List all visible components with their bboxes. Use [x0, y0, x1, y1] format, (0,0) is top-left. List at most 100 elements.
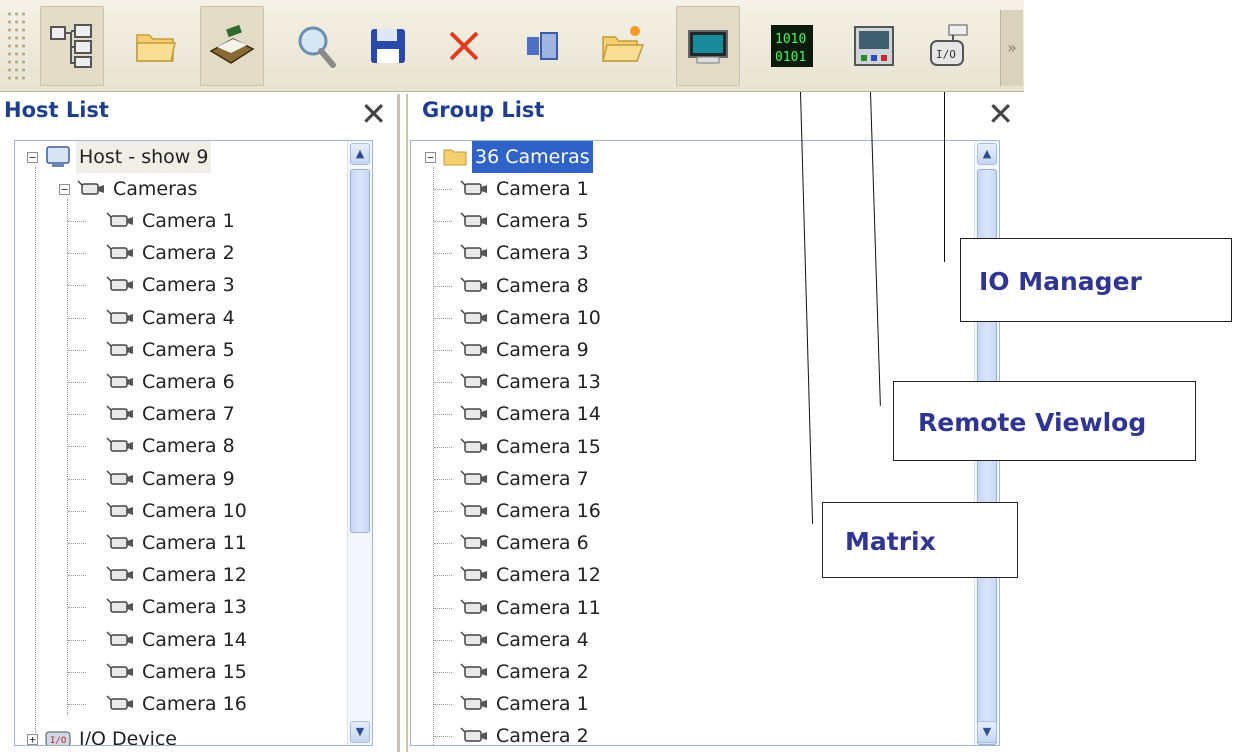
- tree-node-camera[interactable]: Camera 6: [459, 527, 592, 559]
- tree-node-camera[interactable]: Camera 2: [459, 720, 592, 745]
- tree-node-camera[interactable]: Camera 3: [459, 237, 592, 269]
- camera-icon: [460, 180, 487, 195]
- monitor-button[interactable]: [676, 6, 740, 86]
- tree-node-camera[interactable]: Camera 2: [459, 656, 592, 688]
- tree-node-camera[interactable]: Camera 4: [459, 624, 592, 656]
- tree-node-camera[interactable]: Camera 8: [105, 430, 238, 462]
- host-list-scrollbar[interactable]: ▲ ▼: [347, 141, 372, 745]
- tree-node-camera[interactable]: Camera 3: [105, 269, 238, 301]
- tree-node-group[interactable]: − 36 Cameras: [425, 141, 593, 173]
- tree-node-camera[interactable]: Camera 15: [105, 656, 250, 688]
- toolbar: 1010 0101 I/O »: [0, 0, 1024, 92]
- camera-label: Camera 7: [142, 403, 235, 426]
- tree-node-host[interactable]: − Host - show 9: [27, 141, 212, 173]
- camera-label: Camera 4: [496, 628, 589, 651]
- tree-node-camera[interactable]: Camera 16: [459, 495, 604, 527]
- host-list-close-button[interactable]: ✕: [360, 94, 387, 134]
- camera-icon: [106, 470, 133, 485]
- tree-node-camera[interactable]: Camera 11: [459, 592, 604, 624]
- delete-button[interactable]: [432, 6, 496, 86]
- camera-icon: [106, 276, 133, 292]
- scroll-up-button[interactable]: ▲: [977, 143, 997, 165]
- folder-icon: [443, 149, 467, 166]
- camera-label: Camera 5: [496, 210, 589, 233]
- group-list-close-button[interactable]: ✕: [987, 94, 1014, 134]
- host-label: Host - show 9: [76, 141, 212, 173]
- tree-node-camera[interactable]: Camera 1: [459, 173, 592, 205]
- host-tree-button[interactable]: [40, 6, 104, 86]
- tree-node-camera[interactable]: Camera 5: [105, 334, 238, 366]
- tree-node-cameras[interactable]: − Cameras: [59, 173, 200, 205]
- tree-node-camera[interactable]: Camera 13: [105, 591, 250, 623]
- tree-node-camera[interactable]: Camera 6: [105, 366, 238, 398]
- tree-node-camera[interactable]: Camera 9: [105, 463, 238, 495]
- camera-label: Camera 1: [496, 693, 589, 716]
- io-manager-button[interactable]: I/O: [916, 6, 980, 86]
- matrix-callout: Matrix: [822, 502, 1018, 578]
- tree-node-camera[interactable]: Camera 4: [105, 302, 238, 334]
- io-manager-callout-label: IO Manager: [979, 267, 1142, 296]
- tree-node-camera[interactable]: Camera 15: [459, 431, 604, 463]
- scroll-thumb[interactable]: [350, 169, 370, 533]
- close-icon: [449, 31, 479, 61]
- tree-node-camera[interactable]: Camera 9: [459, 334, 592, 366]
- camera-label: Camera 12: [142, 564, 247, 587]
- collapse-icon[interactable]: −: [27, 151, 38, 163]
- remote-viewlog-button[interactable]: [842, 6, 906, 86]
- camera-label: Camera 10: [496, 306, 601, 329]
- camera-icon: [106, 212, 133, 227]
- camera-label: Camera 11: [142, 532, 247, 554]
- folder-icon: [136, 34, 176, 62]
- host-tree-icon: [50, 24, 92, 68]
- tree-node-camera[interactable]: Camera 11: [105, 527, 250, 559]
- expand-icon[interactable]: +: [27, 733, 38, 745]
- tree-node-camera[interactable]: Camera 7: [105, 398, 238, 430]
- matrix-button[interactable]: 1010 0101: [760, 6, 824, 86]
- new-folder-button[interactable]: [590, 6, 654, 86]
- tree-node-camera[interactable]: Camera 8: [459, 270, 592, 302]
- camera-icon: [106, 244, 133, 259]
- collapse-icon[interactable]: −: [425, 151, 436, 163]
- tree-node-io-device[interactable]: + I/O I/O Device: [27, 723, 180, 745]
- io-manager-icon: I/O: [930, 24, 968, 66]
- tree-node-camera[interactable]: Camera 12: [105, 559, 250, 591]
- camera-icon: [460, 373, 487, 388]
- camera-label: Camera 2: [142, 242, 235, 265]
- toolbar-overflow-button[interactable]: »: [1000, 10, 1023, 86]
- tree-node-camera[interactable]: Camera 5: [459, 205, 592, 237]
- camera-label: Camera 1: [496, 178, 589, 200]
- tree-node-camera[interactable]: Camera 12: [459, 559, 604, 591]
- tree-node-camera[interactable]: Camera 1: [105, 205, 238, 237]
- camera-icon: [460, 727, 487, 743]
- camera-icon: [106, 695, 133, 710]
- toolbar-grip[interactable]: [6, 10, 26, 82]
- tree-node-camera[interactable]: Camera 7: [459, 463, 592, 495]
- collapse-icon[interactable]: −: [59, 183, 70, 195]
- camera-icon: [106, 534, 133, 549]
- tree-node-camera[interactable]: Camera 10: [105, 495, 250, 527]
- device-button[interactable]: [512, 6, 576, 86]
- ptz-button[interactable]: [200, 6, 264, 86]
- tree-node-camera[interactable]: Camera 2: [105, 237, 238, 269]
- camera-icon: [460, 309, 487, 324]
- scroll-up-button[interactable]: ▲: [350, 143, 370, 165]
- tree-node-camera[interactable]: Camera 1: [459, 688, 592, 720]
- camera-icon: [106, 437, 133, 453]
- open-folder-button[interactable]: [124, 6, 188, 86]
- scroll-down-button[interactable]: ▼: [350, 721, 370, 743]
- search-button[interactable]: [284, 6, 348, 86]
- tree-node-camera[interactable]: Camera 13: [459, 366, 604, 398]
- tree-node-camera[interactable]: Camera 10: [459, 302, 604, 334]
- camera-label: Camera 8: [142, 435, 235, 458]
- tree-node-camera[interactable]: Camera 14: [459, 398, 604, 430]
- ptz-device-icon: [209, 24, 255, 64]
- tree-node-camera[interactable]: Camera 16: [105, 688, 250, 720]
- remote-viewlog-callout-label: Remote Viewlog: [918, 408, 1147, 437]
- camera-icon: [460, 663, 487, 678]
- camera-label: Camera 1: [142, 210, 235, 232]
- tree-node-camera[interactable]: Camera 14: [105, 624, 250, 656]
- camera-label: Camera 6: [496, 532, 589, 555]
- save-button[interactable]: [356, 6, 420, 86]
- camera-icon: [106, 309, 133, 324]
- scroll-down-button[interactable]: ▼: [977, 721, 997, 743]
